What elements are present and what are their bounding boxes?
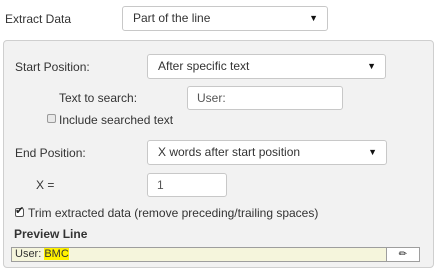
extract-data-select-value: Part of the line <box>133 11 211 25</box>
edit-preview-button[interactable]: ✏ <box>387 247 420 262</box>
preview-line-prefix: User: <box>15 248 45 260</box>
extract-data-label: Extract Data <box>5 12 72 26</box>
caret-down-icon: ▼ <box>368 147 377 157</box>
caret-down-icon: ▼ <box>367 61 376 71</box>
text-to-search-label: Text to search: <box>59 91 138 105</box>
x-label: X = <box>36 178 55 192</box>
caret-down-icon: ▼ <box>309 13 318 23</box>
preview-line-highlight: BMC <box>44 248 69 260</box>
include-searched-text-label: Include searched text <box>59 113 174 127</box>
end-position-label: End Position: <box>15 146 86 160</box>
trim-label: Trim extracted data (remove preceding/tr… <box>28 206 319 220</box>
preview-line-box: User: BMC <box>11 247 387 262</box>
extract-data-select[interactable]: Part of the line ▼ <box>122 6 328 31</box>
extract-data-form: Extract Data Part of the line ▼ Start Po… <box>0 0 438 271</box>
trim-checkbox[interactable]: ✔ <box>15 205 25 217</box>
preview-line-title: Preview Line <box>14 227 88 241</box>
start-position-select[interactable]: After specific text ▼ <box>147 54 386 79</box>
start-position-select-value: After specific text <box>158 59 250 73</box>
end-position-select-value: X words after start position <box>158 145 301 159</box>
check-icon: ✔ <box>15 205 25 217</box>
x-value-input[interactable]: 1 <box>147 173 227 197</box>
text-to-search-value: User: <box>197 91 226 105</box>
end-position-select[interactable]: X words after start position ▼ <box>147 140 387 165</box>
include-searched-text-checkbox[interactable] <box>47 114 56 123</box>
start-position-label: Start Position: <box>15 60 90 74</box>
pencil-icon: ✏ <box>398 249 408 260</box>
text-to-search-input[interactable]: User: <box>187 86 343 110</box>
x-value: 1 <box>157 178 164 192</box>
